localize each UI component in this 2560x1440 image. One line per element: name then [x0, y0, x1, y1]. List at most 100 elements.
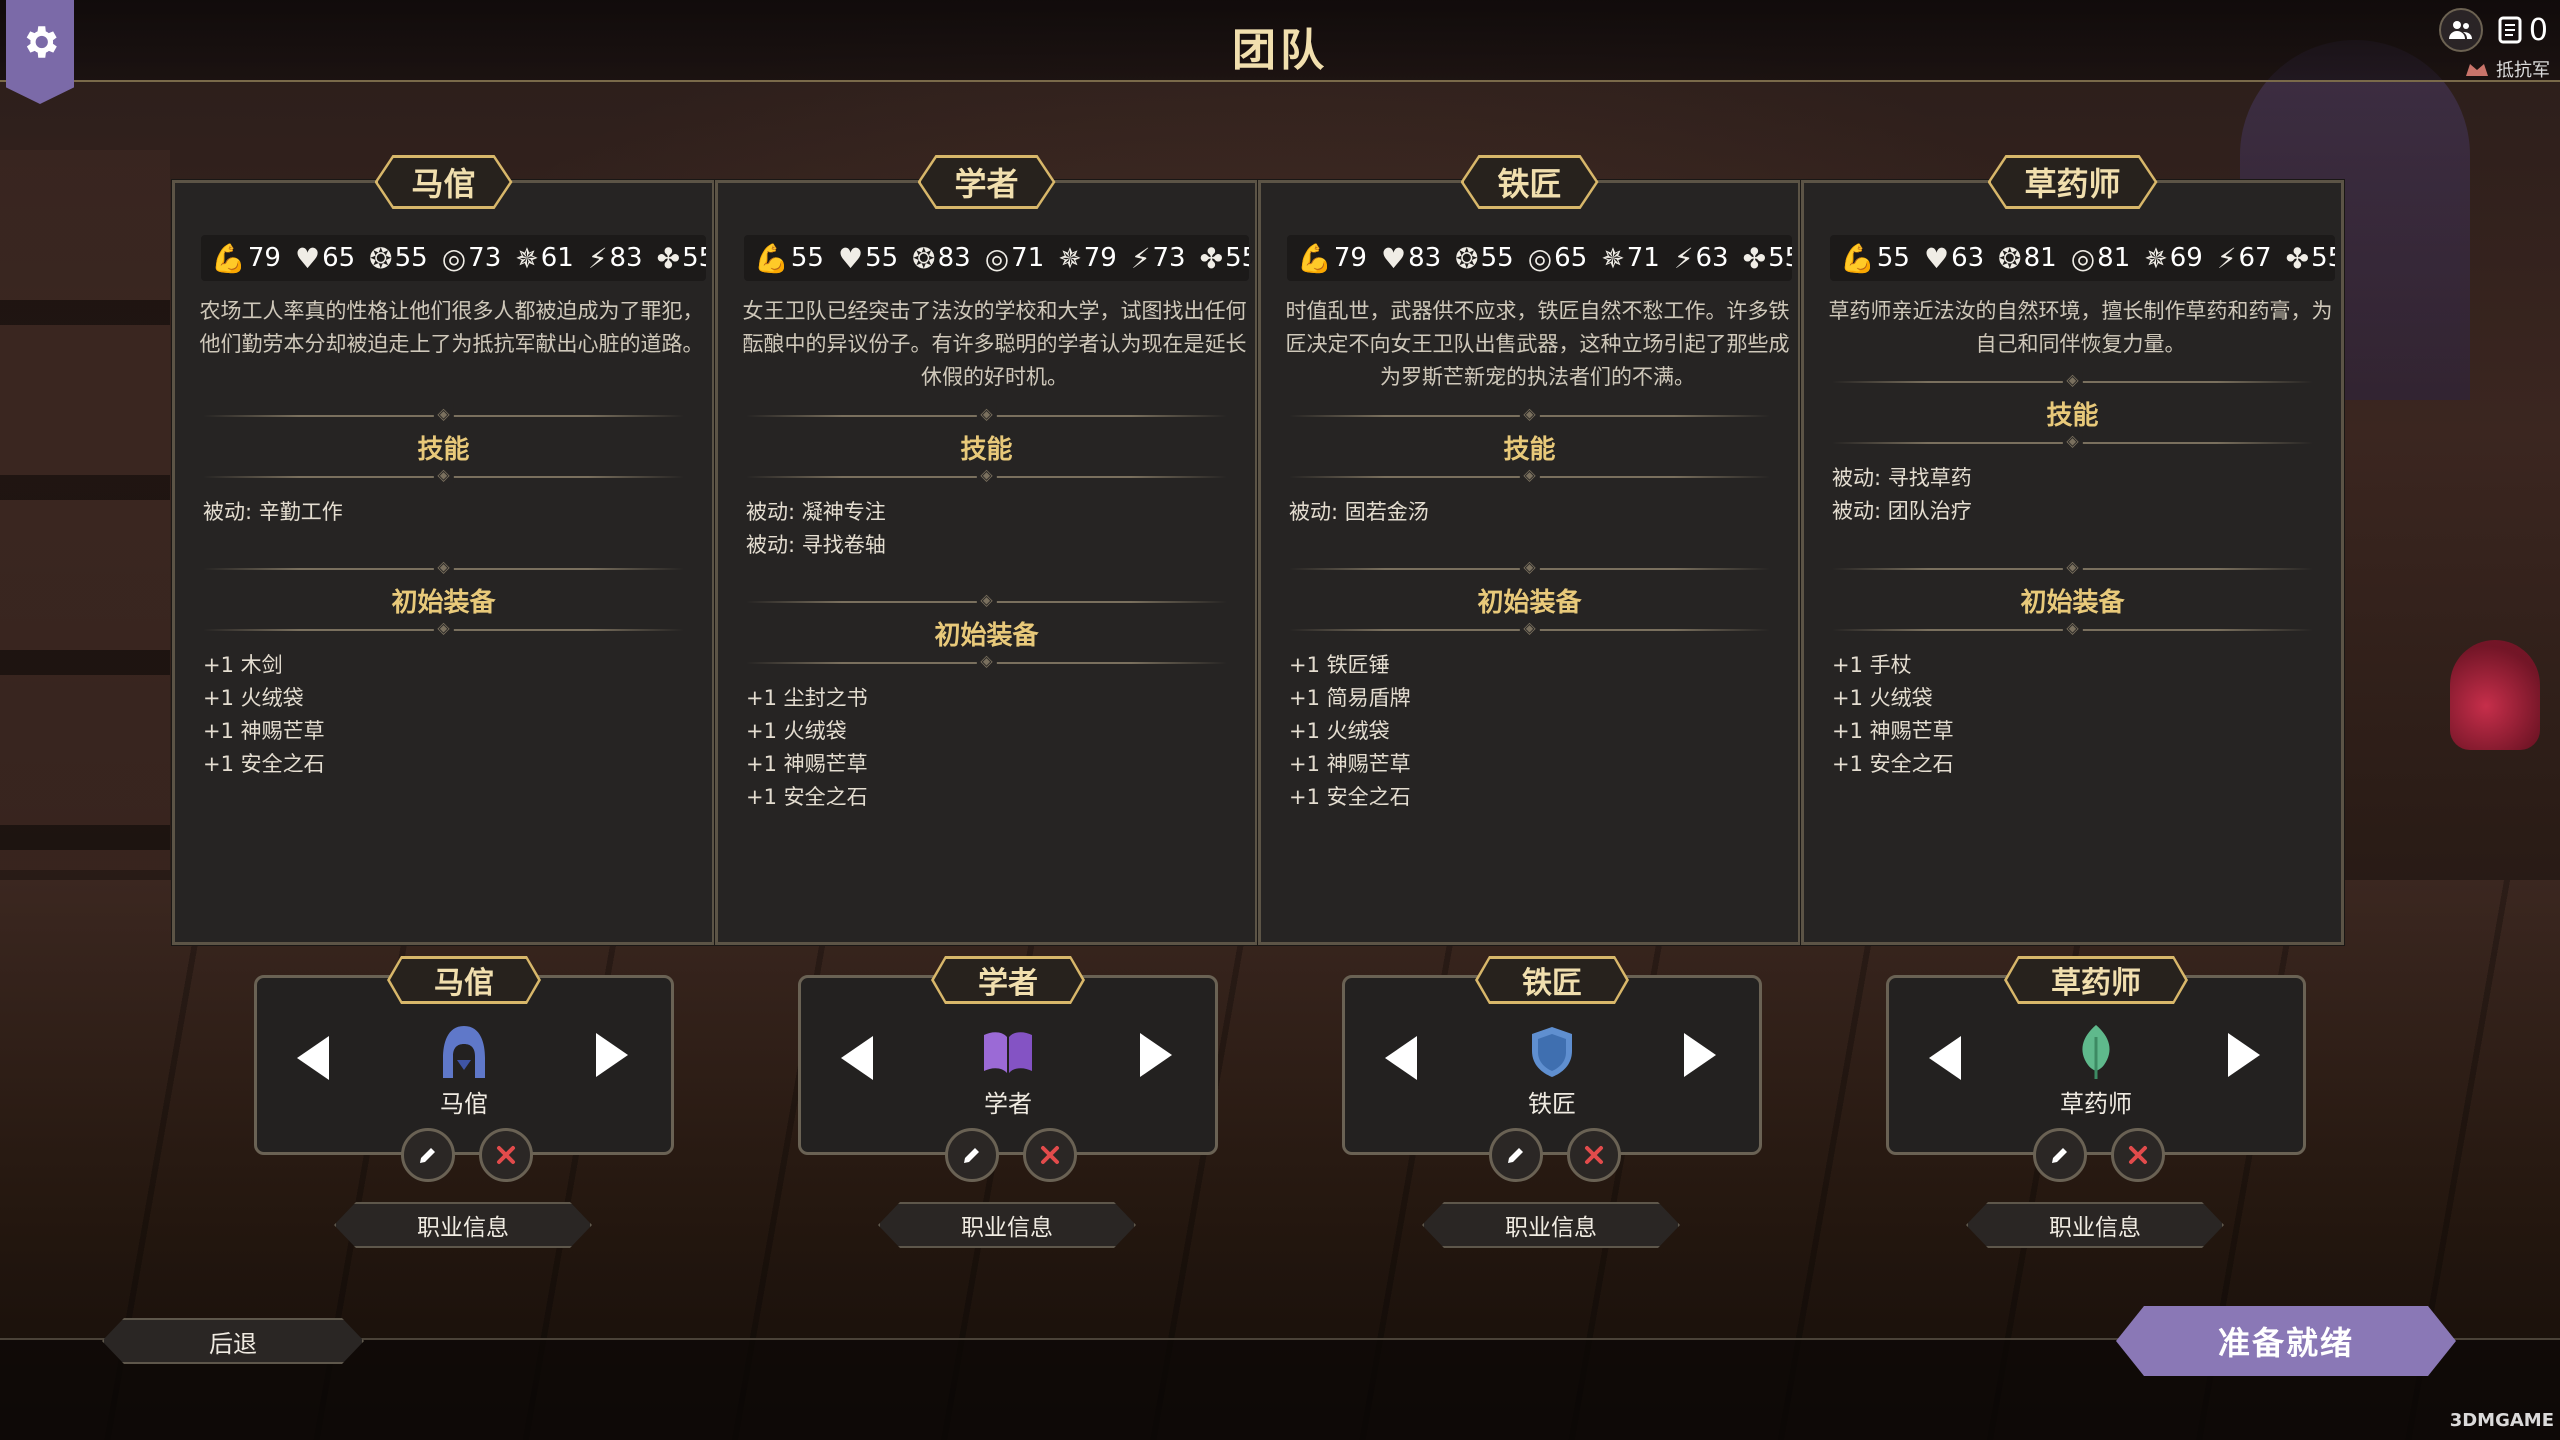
stat-value: 55	[682, 243, 706, 273]
skills-list: 被动: 固若金汤	[1289, 496, 1770, 529]
divider	[1289, 568, 1770, 570]
selector-title: 草药师	[2007, 959, 2185, 1001]
stat-intellect: ❂ 55	[1455, 242, 1514, 275]
class-info-button[interactable]: 职业信息	[1422, 1202, 1680, 1248]
skills-list: 被动: 辛勤工作	[203, 496, 684, 529]
divider	[746, 662, 1227, 664]
remove-button[interactable]	[1023, 1128, 1077, 1182]
class-panel-stablehand: 马倌 💪79 ♥65 ❂55 ◎73 ✵61 ⚡83 ✤55 农场工人率真的性格…	[171, 180, 716, 946]
edit-button[interactable]	[945, 1128, 999, 1182]
equipment-item: +1 神赐芒草	[1289, 752, 1411, 776]
skills-section: 技能 被动: 寻找草药 被动: 团队治疗	[1832, 381, 2313, 528]
next-class-arrow[interactable]	[1140, 1033, 1172, 1077]
scroll-count-value: 0	[2528, 12, 2548, 48]
strength-arm-icon: 💪	[1297, 241, 1332, 275]
luck-icon: ✤	[1199, 241, 1224, 275]
stat-value: 63	[1695, 243, 1729, 273]
class-info-button[interactable]: 职业信息	[1966, 1202, 2224, 1248]
selector-class-name: 草药师	[2060, 1090, 2132, 1118]
class-description: 时值乱世，武器供不应求，铁匠自然不愁工作。许多铁匠决定不向女王卫队出售武器，这种…	[1285, 299, 1790, 389]
selector-class-name: 马倌	[440, 1090, 488, 1118]
stat-value: 65	[322, 243, 356, 273]
agility-icon: ⚡	[1130, 241, 1151, 275]
class-panel-herbalist: 草药师 💪55 ♥63 ❂81 ◎81 ✵69 ⚡67 ✤55 草药师亲近法汝的…	[1800, 180, 2345, 946]
edit-button[interactable]	[401, 1128, 455, 1182]
prev-class-arrow[interactable]	[1929, 1036, 1961, 1080]
class-description: 女王卫队已经突击了法汝的学校和大学，试图找出任何酝酿中的异议份子。有许多聪明的学…	[742, 299, 1247, 389]
back-button[interactable]: 后退	[102, 1318, 364, 1364]
divider	[1289, 629, 1770, 631]
panel-title: 草药师	[1990, 158, 2154, 206]
faction-icon	[2466, 64, 2488, 76]
class-panel-blacksmith: 铁匠 💪79 ♥83 ❂55 ◎65 ✵71 ⚡63 ✤55 时值乱世，武器供不…	[1257, 180, 1802, 946]
pencil-icon	[420, 1148, 435, 1163]
equipment-title: 初始装备	[934, 621, 1039, 651]
skills-title: 技能	[417, 435, 470, 465]
prev-class-arrow[interactable]	[1385, 1036, 1417, 1080]
next-class-arrow[interactable]	[2228, 1033, 2260, 1077]
panel-tab: 草药师	[1987, 155, 2157, 209]
stat-luck: ✤55	[2286, 242, 2335, 275]
divider	[746, 415, 1227, 417]
pencil-icon	[1508, 1148, 1523, 1163]
stat-value: 55	[1768, 243, 1792, 273]
divider	[203, 415, 684, 417]
panel-tab: 铁匠	[1460, 155, 1598, 209]
divider	[1832, 568, 2313, 570]
class-info-button[interactable]: 职业信息	[878, 1202, 1136, 1248]
ready-button[interactable]: 准备就绪	[2116, 1306, 2456, 1376]
divider	[203, 476, 684, 478]
book-icon	[984, 1032, 1032, 1073]
stat-value: 65	[1554, 243, 1588, 273]
settings-button[interactable]	[6, 0, 74, 104]
strength-arm-icon: 💪	[754, 241, 789, 275]
party-button[interactable]	[2438, 8, 2483, 52]
party-icon	[2448, 21, 2472, 39]
skills-list: 被动: 寻找草药 被动: 团队治疗	[1832, 462, 2313, 528]
stat-value: 71	[1626, 243, 1660, 273]
skills-section: 技能 被动: 固若金汤	[1289, 415, 1770, 529]
class-info-button[interactable]: 职业信息	[334, 1202, 592, 1248]
speed-icon: ✵	[1601, 241, 1625, 275]
pencil-icon	[2052, 1148, 2067, 1163]
remove-button[interactable]	[1567, 1128, 1621, 1182]
heart-icon: ♥	[294, 241, 321, 275]
agility-icon: ⚡	[587, 241, 608, 275]
stat-value: 81	[2097, 243, 2131, 273]
edit-button[interactable]	[1489, 1128, 1543, 1182]
next-class-arrow[interactable]	[596, 1033, 628, 1077]
divider	[1289, 415, 1770, 417]
class-icon-slot	[2068, 1024, 2124, 1080]
equipment-title: 初始装备	[2020, 588, 2125, 618]
prev-class-arrow[interactable]	[297, 1036, 329, 1080]
prev-class-arrow[interactable]	[841, 1036, 873, 1080]
divider	[203, 629, 684, 631]
scroll-counter: 0	[2495, 13, 2548, 48]
panel-title: 铁匠	[1463, 158, 1595, 206]
luck-icon: ✤	[2285, 241, 2310, 275]
skill-item: 被动: 团队治疗	[1832, 499, 1972, 523]
brain-icon: ❂	[369, 241, 393, 275]
equipment-item: +1 火绒袋	[1832, 686, 1933, 710]
stat-value: 55	[790, 243, 824, 273]
stat-speed: ✵ 71	[1601, 242, 1660, 275]
edit-button[interactable]	[2033, 1128, 2087, 1182]
remove-button[interactable]	[2111, 1128, 2165, 1182]
stat-value: 79	[1083, 243, 1117, 273]
close-icon	[1041, 1146, 1059, 1164]
remove-button[interactable]	[479, 1128, 533, 1182]
next-class-arrow[interactable]	[1684, 1033, 1716, 1077]
stat-value: 55	[1480, 243, 1514, 273]
speed-icon: ✵	[2144, 241, 2168, 275]
divider	[1832, 442, 2313, 444]
selector-tab: 铁匠	[1475, 956, 1629, 1004]
stat-value: 79	[247, 243, 281, 273]
class-icon-slot	[980, 1024, 1036, 1080]
stat-agility: ⚡ 83	[588, 242, 643, 275]
stat-value: 83	[1408, 243, 1442, 273]
skills-title: 技能	[960, 435, 1013, 465]
equipment-item: +1 神赐芒草	[746, 752, 868, 776]
class-icon-slot	[436, 1024, 492, 1080]
equipment-title: 初始装备	[1477, 588, 1582, 618]
skills-section: 技能 被动: 辛勤工作	[203, 415, 684, 529]
